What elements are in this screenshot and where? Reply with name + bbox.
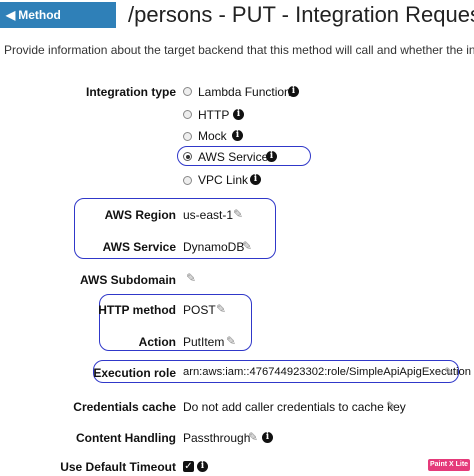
- http-method-value: POST: [183, 303, 216, 317]
- pencil-icon[interactable]: ✎: [216, 303, 226, 315]
- execution-role-label: Execution role: [93, 366, 176, 380]
- option-label-aws-service: AWS Service: [198, 150, 269, 164]
- method-execution-back-button[interactable]: ◀ Method Execution: [0, 2, 116, 48]
- radio-aws-service[interactable]: [183, 152, 192, 161]
- credentials-cache-value: Do not add caller credentials to cache k…: [183, 400, 406, 414]
- aws-region-value: us-east-1: [183, 208, 234, 222]
- pencil-icon[interactable]: ✎: [386, 400, 396, 412]
- pencil-icon[interactable]: ✎: [226, 335, 236, 347]
- option-label-http: HTTP: [198, 108, 230, 122]
- action-value: PutItem: [183, 335, 225, 349]
- aws-region-label: AWS Region: [104, 208, 176, 222]
- info-icon[interactable]: i: [250, 174, 261, 185]
- pencil-icon[interactable]: ✎: [242, 240, 252, 252]
- info-icon[interactable]: i: [197, 461, 208, 472]
- info-icon[interactable]: i: [232, 130, 243, 141]
- execution-role-value: arn:aws:iam::476744923302:role/SimpleApi…: [183, 366, 471, 378]
- http-method-label: HTTP method: [98, 303, 176, 317]
- page-description: Provide information about the target bac…: [4, 43, 474, 57]
- info-icon[interactable]: i: [288, 86, 299, 97]
- aws-service-value: DynamoDB: [183, 240, 245, 254]
- page-title: /persons - PUT - Integration Request: [128, 2, 474, 27]
- default-timeout-label: Use Default Timeout: [60, 460, 176, 474]
- back-arrow-icon: ◀: [6, 8, 16, 22]
- radio-lambda-function[interactable]: [183, 87, 192, 96]
- action-label: Action: [138, 335, 176, 349]
- aws-subdomain-label: AWS Subdomain: [80, 273, 176, 287]
- option-label-vpc-link: VPC Link: [198, 173, 249, 187]
- aws-service-label: AWS Service: [102, 240, 176, 254]
- pencil-icon[interactable]: ✎: [444, 366, 454, 378]
- content-handling-label: Content Handling: [76, 431, 176, 445]
- option-label-mock: Mock: [198, 129, 227, 143]
- info-icon[interactable]: i: [262, 432, 273, 443]
- credentials-cache-label: Credentials cache: [73, 400, 176, 414]
- default-timeout-checkbox[interactable]: ✓: [183, 461, 194, 472]
- info-icon[interactable]: i: [233, 109, 244, 120]
- pencil-icon[interactable]: ✎: [233, 208, 243, 220]
- radio-mock[interactable]: [183, 132, 192, 141]
- option-label-lambda-function: Lambda Function: [198, 85, 291, 99]
- pencil-icon[interactable]: ✎: [186, 272, 196, 284]
- radio-http[interactable]: [183, 110, 192, 119]
- info-icon[interactable]: i: [266, 151, 277, 162]
- radio-vpc-link[interactable]: [183, 176, 192, 185]
- content-handling-value: Passthrough: [183, 431, 251, 445]
- integration-type-label: Integration type: [85, 85, 176, 99]
- pencil-icon[interactable]: ✎: [248, 431, 258, 443]
- paint-x-lite-watermark: Paint X Lite: [428, 459, 470, 471]
